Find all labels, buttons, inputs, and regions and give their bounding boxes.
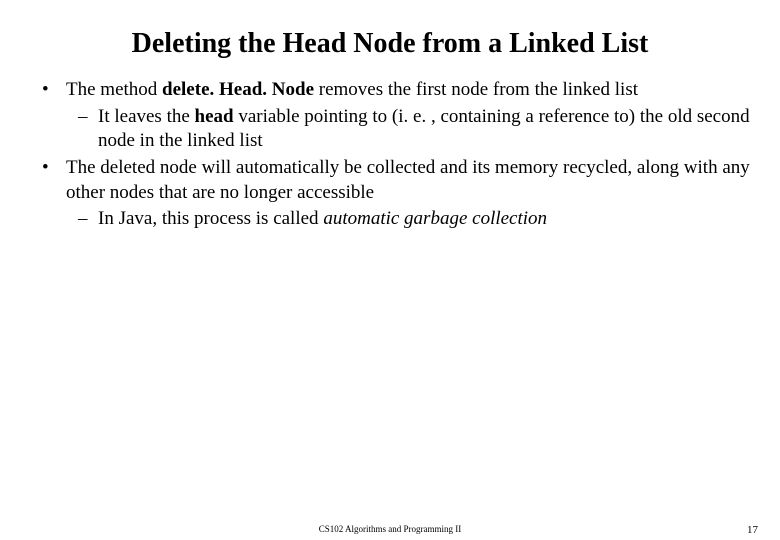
bullet-item: • The method delete. Head. Node removes … xyxy=(38,78,760,103)
footer-page-number: 17 xyxy=(747,524,758,536)
text-segment: It leaves the xyxy=(98,106,195,127)
bullet-marker: • xyxy=(38,156,66,181)
text-bold: head xyxy=(195,106,234,127)
text-segment: removes the first node from the linked l… xyxy=(314,79,638,100)
bullet-marker: • xyxy=(38,78,66,103)
text-bold: delete. Head. Node xyxy=(162,79,314,100)
sub-bullet-item: – It leaves the head variable pointing t… xyxy=(38,105,760,154)
bullet-item: • The deleted node will automatically be… xyxy=(38,156,760,205)
footer-course: CS102 Algorithms and Programming II xyxy=(319,524,462,534)
text-italic: automatic garbage collection xyxy=(323,208,547,229)
sub-bullet-text: It leaves the head variable pointing to … xyxy=(98,105,760,154)
sub-bullet-item: – In Java, this process is called automa… xyxy=(38,207,760,232)
text-segment: The deleted node will automatically be c… xyxy=(66,157,750,203)
slide-title: Deleting the Head Node from a Linked Lis… xyxy=(0,0,780,78)
sub-bullet-marker: – xyxy=(78,207,98,232)
slide-content: • The method delete. Head. Node removes … xyxy=(0,78,780,232)
text-segment: In Java, this process is called xyxy=(98,208,323,229)
bullet-text: The deleted node will automatically be c… xyxy=(66,156,760,205)
sub-bullet-marker: – xyxy=(78,105,98,130)
bullet-text: The method delete. Head. Node removes th… xyxy=(66,78,760,103)
text-segment: The method xyxy=(66,79,162,100)
sub-bullet-text: In Java, this process is called automati… xyxy=(98,207,760,232)
